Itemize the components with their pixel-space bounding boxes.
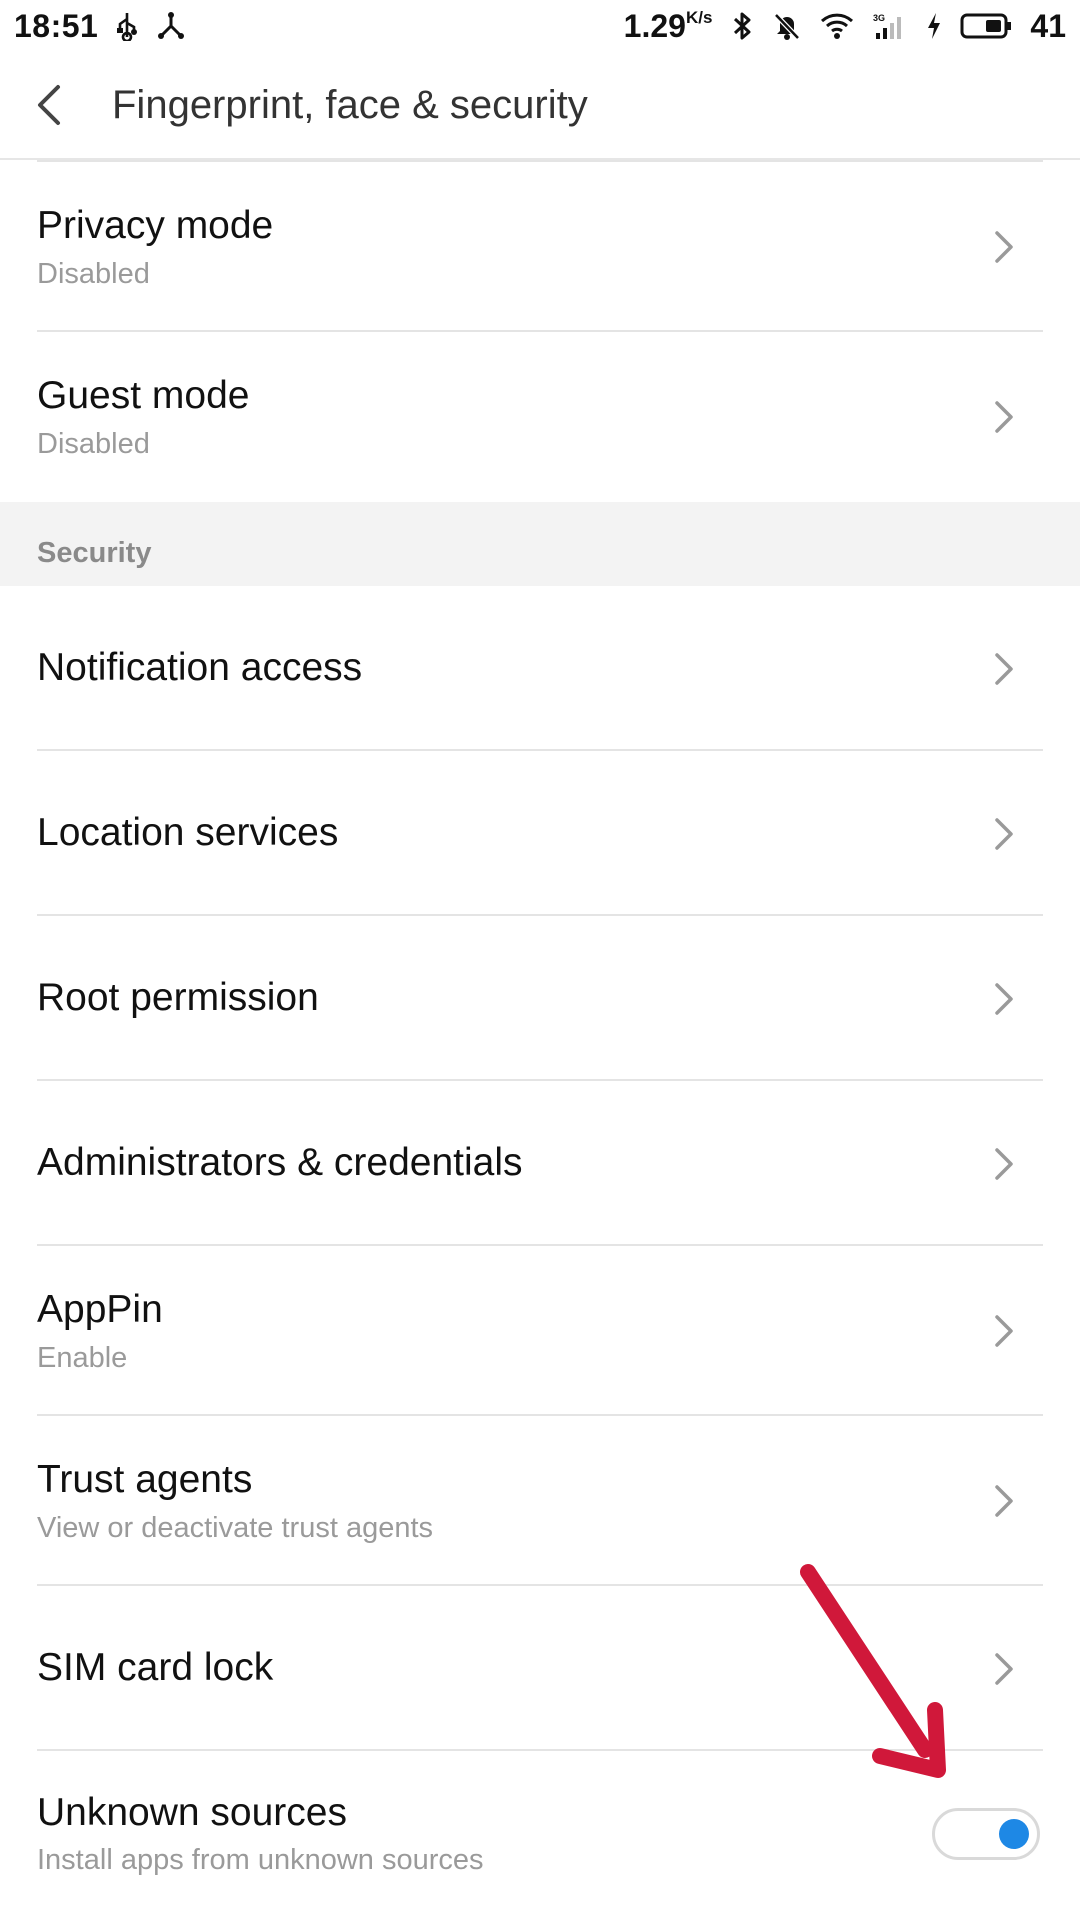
app-header: Fingerprint, face & security xyxy=(0,52,1080,160)
row-title: Privacy mode xyxy=(37,204,274,248)
status-left: 18:51 xyxy=(14,0,186,52)
battery-icon xyxy=(960,12,1012,40)
chevron-right-icon xyxy=(995,817,1013,850)
row-subtitle: Install apps from unknown sources xyxy=(37,1844,484,1877)
debug-icon xyxy=(156,11,186,41)
section-label: Security xyxy=(37,537,152,569)
charging-icon xyxy=(926,12,942,40)
row-text: Location services xyxy=(37,810,338,857)
row-text: SIM card lock xyxy=(37,1645,273,1692)
row-subtitle: View or deactivate trust agents xyxy=(37,1511,434,1544)
chevron-right-icon xyxy=(995,1147,1013,1180)
toggle-knob xyxy=(999,1818,1029,1849)
row-title: Location services xyxy=(37,811,339,855)
row-title: Guest mode xyxy=(37,374,250,418)
chevron-right-icon xyxy=(995,982,1013,1015)
row-title: Administrators & credentials xyxy=(37,1141,523,1185)
wifi-icon xyxy=(820,11,854,41)
row-text: Unknown sources Install apps from unknow… xyxy=(37,1790,484,1878)
row-subtitle: Disabled xyxy=(37,427,150,460)
row-text: Root permission xyxy=(37,975,319,1022)
chevron-right-icon xyxy=(995,1652,1013,1685)
battery-level: 41 xyxy=(1030,7,1066,44)
row-subtitle: Disabled xyxy=(37,257,150,290)
bluetooth-icon xyxy=(730,10,754,42)
section-header-security: Security xyxy=(0,502,1080,586)
row-title: Unknown sources xyxy=(37,1790,347,1834)
chevron-right-icon xyxy=(995,652,1013,685)
usb-icon xyxy=(114,11,140,41)
row-title: SIM card lock xyxy=(37,1646,274,1690)
annotation-arrow-icon xyxy=(800,1564,946,1778)
row-title: Notification access xyxy=(37,646,363,690)
row-title: AppPin xyxy=(37,1288,163,1332)
unknown-sources-toggle[interactable] xyxy=(932,1807,1040,1860)
svg-text:3G: 3G xyxy=(873,13,885,23)
chevron-right-icon xyxy=(995,231,1013,263)
row-administrators-credentials[interactable]: Administrators & credentials xyxy=(0,1081,1080,1246)
row-notification-access[interactable]: Notification access xyxy=(0,586,1080,751)
chevron-right-icon xyxy=(995,401,1013,433)
cell-signal-icon: 3G xyxy=(872,11,908,41)
row-guest-mode[interactable]: Guest mode Disabled xyxy=(0,332,1080,502)
row-root-permission[interactable]: Root permission xyxy=(0,916,1080,1081)
status-right: 1.29K/s 3G 41 xyxy=(624,0,1066,52)
row-text: Notification access xyxy=(37,645,362,692)
status-time: 18:51 xyxy=(14,7,99,44)
mute-icon xyxy=(772,11,802,41)
row-text: Trust agents View or deactivate trust ag… xyxy=(37,1457,433,1545)
back-arrow-icon xyxy=(38,85,60,125)
row-title: Root permission xyxy=(37,976,319,1020)
row-apppin[interactable]: AppPin Enable xyxy=(0,1246,1080,1416)
network-speed-unit: K/s xyxy=(685,7,713,27)
back-button[interactable] xyxy=(0,55,100,155)
row-location-services[interactable]: Location services xyxy=(0,751,1080,916)
status-bar: 18:51 1.29K/s 3G 41 xyxy=(0,0,1080,52)
row-text: AppPin Enable xyxy=(37,1287,163,1375)
chevron-right-icon xyxy=(995,1485,1013,1517)
chevron-right-icon xyxy=(995,1315,1013,1347)
row-privacy-mode[interactable]: Privacy mode Disabled xyxy=(0,162,1080,332)
row-subtitle: Enable xyxy=(37,1341,128,1374)
row-title: Trust agents xyxy=(37,1458,253,1502)
row-text: Guest mode Disabled xyxy=(37,373,249,461)
row-text: Administrators & credentials xyxy=(37,1140,523,1187)
network-speed: 1.29K/s xyxy=(624,8,713,45)
row-text: Privacy mode Disabled xyxy=(37,203,273,291)
network-speed-value: 1.29 xyxy=(623,7,686,44)
page-title: Fingerprint, face & security xyxy=(112,82,588,127)
